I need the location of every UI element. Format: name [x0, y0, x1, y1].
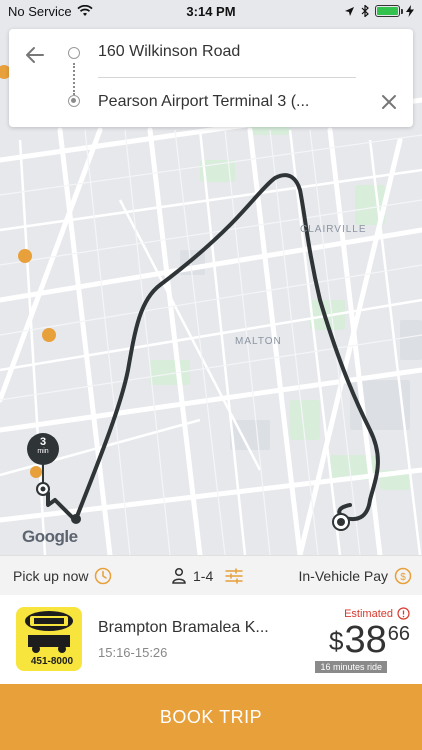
eta-unit: min [37, 448, 49, 455]
back-arrow-icon [26, 47, 44, 63]
google-attribution: Google [22, 527, 78, 546]
destination-field[interactable]: Pearson Airport Terminal 3 (... [98, 93, 348, 111]
clock-icon [95, 567, 112, 585]
close-icon [382, 95, 396, 109]
payment-option[interactable]: In-Vehicle Pay $ [299, 567, 413, 585]
vehicle-option-row[interactable]: 451-8000 Brampton Bramalea K... 15:16-15… [0, 595, 422, 684]
payment-label: In-Vehicle Pay [298, 568, 389, 584]
svg-text:$: $ [400, 572, 406, 583]
battery-icon [375, 5, 403, 17]
book-trip-button[interactable]: BOOK TRIP [0, 684, 422, 750]
charging-bolt-icon [406, 5, 414, 17]
taxi-company-logo: 451-8000 [16, 607, 82, 671]
vehicle-company-name: Brampton Bramalea K... [98, 619, 269, 636]
pickup-time-option[interactable]: Pick up now [13, 567, 112, 585]
passengers-label: 1-4 [193, 567, 214, 584]
back-button[interactable] [23, 43, 47, 67]
passengers-option[interactable]: 1-4 [171, 567, 243, 584]
person-icon [172, 567, 186, 584]
price-cents: 66 [387, 623, 410, 645]
pickup-dot [71, 514, 81, 524]
svg-text:451-8000: 451-8000 [31, 656, 74, 667]
origin-dot-icon [68, 47, 80, 59]
eta-value: 3 [39, 436, 47, 448]
trip-options-bar: Pick up now 1-4 In-Vehicle Pay $ [0, 555, 422, 595]
price-estimate: $ 38 66 [329, 619, 410, 661]
status-bar: No Service 3:14 PM [0, 0, 422, 22]
location-arrow-icon [345, 6, 354, 16]
clear-destination-button[interactable] [379, 92, 399, 112]
bluetooth-icon [361, 5, 369, 17]
price-currency: $ [329, 626, 344, 656]
map-label-malton: MALTON [235, 336, 282, 347]
route-connector [73, 63, 75, 95]
eta-bubble: 3 min [27, 433, 59, 465]
map-label-clairville: CLAIRVILLE [300, 224, 367, 235]
carrier-text: No Service [8, 3, 72, 19]
route-card: 160 Wilkinson Road Pearson Airport Termi… [9, 29, 413, 127]
destination-dot-icon [68, 95, 80, 107]
divider [98, 77, 356, 78]
wifi-icon [76, 5, 93, 16]
vehicle-time-window: 15:16-15:26 [98, 645, 168, 660]
ride-duration-badge: 16 minutes ride [315, 661, 387, 673]
filter-sliders-icon [225, 567, 243, 584]
origin-field[interactable]: 160 Wilkinson Road [98, 43, 240, 61]
dollar-coin-icon: $ [394, 567, 412, 585]
price-integer: 38 [344, 619, 387, 661]
pickup-label: Pick up now [13, 568, 89, 584]
